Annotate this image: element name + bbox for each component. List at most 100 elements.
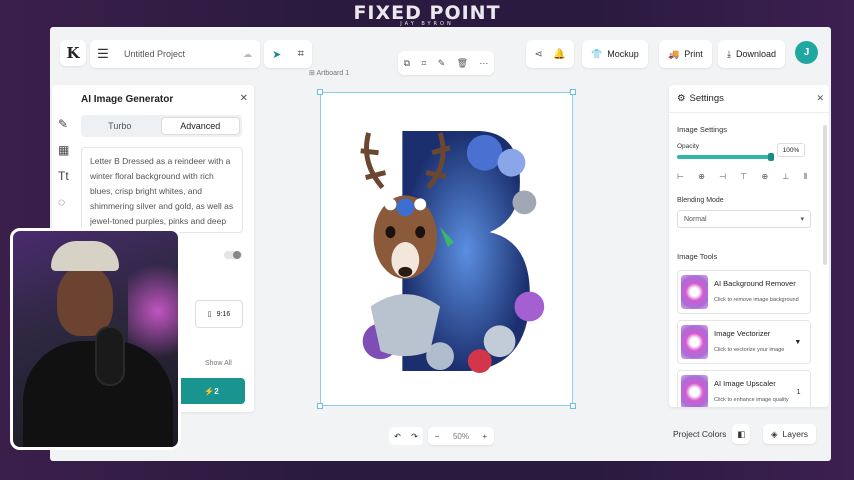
template-icon[interactable]: ▦ bbox=[58, 143, 74, 157]
alignment-tools: ⊢ ⊕ ⊣ ⊤ ⊕ ⊥ ⫴ bbox=[677, 172, 807, 182]
menu-icon[interactable]: ☰ bbox=[90, 46, 116, 62]
zoom-out-button[interactable]: − bbox=[435, 432, 440, 441]
undo-redo: ↶ ↷ bbox=[389, 427, 423, 445]
select-tool-icon[interactable]: ➤ bbox=[272, 48, 281, 61]
project-bar: ☰ Untitled Project ☁ bbox=[90, 40, 260, 68]
align-left-icon[interactable]: ⊢ bbox=[677, 172, 684, 182]
project-name[interactable]: Untitled Project bbox=[124, 49, 243, 59]
tab-turbo[interactable]: Turbo bbox=[81, 115, 159, 137]
ratio-option[interactable]: ▯ 9:16 bbox=[195, 300, 243, 328]
mode-tabs: Turbo Advanced bbox=[81, 115, 242, 137]
truck-icon: 🚚 bbox=[668, 48, 680, 59]
edit-icon[interactable]: ✎ bbox=[58, 117, 74, 131]
download-button[interactable]: ⤓ Download bbox=[718, 40, 786, 68]
tool-desc: Click to remove image background bbox=[714, 296, 799, 303]
side-toolbar: ✎ ▦ Tt ◌ bbox=[58, 117, 74, 209]
scrollbar[interactable] bbox=[823, 125, 827, 265]
opacity-slider[interactable] bbox=[677, 153, 774, 161]
app-logo[interactable]: K bbox=[60, 40, 86, 66]
zoom-in-button[interactable]: + bbox=[483, 432, 488, 441]
show-all-link[interactable]: Show All bbox=[205, 360, 232, 367]
opacity-label: Opacity bbox=[677, 143, 700, 150]
opacity-input[interactable]: 100% bbox=[777, 143, 805, 157]
settings-icon: ⚙ bbox=[677, 93, 686, 104]
blending-value: Normal bbox=[684, 215, 707, 223]
tool-desc: Click to enhance image quality bbox=[714, 396, 789, 403]
project-colors-label: Project Colors bbox=[673, 429, 727, 439]
tool-name: Image Vectorizer bbox=[714, 328, 771, 338]
print-button[interactable]: 🚚 Print bbox=[659, 40, 712, 68]
settings-header: ⚙ Settings bbox=[677, 93, 724, 104]
resize-handle[interactable] bbox=[317, 403, 323, 409]
align-top-icon[interactable]: ⊤ bbox=[740, 172, 747, 182]
tool-upscaler[interactable]: AI Image Upscaler Click to enhance image … bbox=[677, 370, 811, 407]
image-tools-heading: Image Tools bbox=[677, 252, 718, 261]
tool-thumbnail bbox=[681, 275, 708, 309]
download-icon: ⤓ bbox=[727, 48, 731, 59]
layers-button[interactable]: ◈ Layers bbox=[763, 424, 817, 444]
close-icon[interactable]: ✕ bbox=[240, 93, 248, 104]
shapes-icon[interactable]: ◌ bbox=[58, 195, 74, 209]
tool-thumbnail bbox=[681, 375, 708, 407]
layers-icon: ◈ bbox=[771, 428, 778, 439]
eraser-icon[interactable]: ✎ bbox=[438, 58, 446, 69]
align-middle-icon[interactable]: ⊕ bbox=[761, 172, 768, 182]
crop-icon[interactable]: ⌗ bbox=[421, 58, 426, 69]
mockup-button[interactable]: 👕 Mockup bbox=[582, 40, 648, 68]
blending-select[interactable]: Normal ▾ bbox=[677, 210, 811, 228]
presenter-cap bbox=[51, 241, 119, 271]
divider bbox=[669, 112, 829, 113]
prompt-textarea[interactable]: Letter B Dressed as a reindeer with a wi… bbox=[81, 147, 243, 233]
tab-advanced[interactable]: Advanced bbox=[160, 117, 240, 135]
webcam-overlay bbox=[10, 228, 181, 450]
align-right-icon[interactable]: ⊣ bbox=[719, 172, 726, 182]
caret-down-icon[interactable]: ▼ bbox=[794, 339, 801, 346]
generate-button[interactable]: ⚡ 2 bbox=[178, 378, 245, 404]
share-group: ⋖ 🔔 bbox=[526, 40, 574, 68]
resize-handle[interactable] bbox=[317, 89, 323, 95]
panel-title: AI Image Generator bbox=[81, 94, 174, 105]
tool-background-remover[interactable]: AI Background Remover Click to remove ima… bbox=[677, 270, 811, 314]
zoom-level[interactable]: 50% bbox=[453, 432, 469, 441]
close-icon[interactable]: ✕ bbox=[816, 93, 824, 104]
artboard-canvas[interactable] bbox=[317, 89, 576, 409]
object-toolbar: ⧉ ⌗ ✎ 🗑 ⋯ bbox=[398, 51, 494, 75]
artboard-label: ⊞ Artboard 1 bbox=[309, 70, 350, 77]
image-settings-heading: Image Settings bbox=[677, 125, 728, 134]
reindeer-letter-artwork[interactable] bbox=[321, 93, 572, 405]
more-icon[interactable]: ⋯ bbox=[479, 58, 488, 69]
mockup-label: Mockup bbox=[607, 49, 639, 59]
tool-desc: Click to vectorize your image bbox=[714, 346, 785, 353]
zoom-control: − 50% + bbox=[428, 427, 494, 445]
notification-icon[interactable]: 🔔 bbox=[553, 49, 565, 60]
crop-tool-icon[interactable]: ⌗ bbox=[298, 48, 304, 61]
print-label: Print bbox=[684, 49, 703, 59]
tool-vectorizer[interactable]: Image Vectorizer Click to vectorize your … bbox=[677, 320, 811, 364]
option-toggle[interactable] bbox=[224, 251, 242, 259]
tool-name: AI Image Upscaler bbox=[714, 378, 776, 388]
user-avatar[interactable]: J bbox=[795, 41, 818, 64]
tool-thumbnail bbox=[681, 325, 708, 359]
distribute-icon[interactable]: ⫴ bbox=[804, 172, 807, 182]
download-label: Download bbox=[735, 49, 777, 59]
credit-badge: 1 bbox=[796, 388, 801, 396]
share-icon[interactable]: ⋖ bbox=[535, 49, 543, 60]
trash-icon[interactable]: 🗑 bbox=[457, 58, 468, 69]
text-icon[interactable]: Tt bbox=[58, 169, 74, 183]
settings-title: Settings bbox=[689, 93, 724, 104]
align-bottom-icon[interactable]: ⊥ bbox=[782, 172, 789, 182]
undo-icon[interactable]: ↶ bbox=[394, 432, 401, 441]
palette-icon[interactable]: ◧ bbox=[732, 424, 751, 444]
blending-label: Blending Mode bbox=[677, 197, 724, 204]
resize-handle[interactable] bbox=[570, 89, 576, 95]
credit-count: 2 bbox=[214, 386, 219, 396]
resize-handle[interactable] bbox=[570, 403, 576, 409]
redo-icon[interactable]: ↷ bbox=[411, 432, 418, 441]
layers-label: Layers bbox=[782, 429, 809, 439]
chevron-down-icon: ▾ bbox=[800, 216, 804, 223]
duplicate-icon[interactable]: ⧉ bbox=[404, 58, 410, 69]
portrait-icon: ▯ bbox=[207, 311, 212, 318]
project-colors[interactable]: Project Colors ◧ bbox=[673, 424, 751, 444]
shirt-icon: 👕 bbox=[591, 48, 603, 59]
align-center-icon[interactable]: ⊕ bbox=[698, 172, 705, 182]
